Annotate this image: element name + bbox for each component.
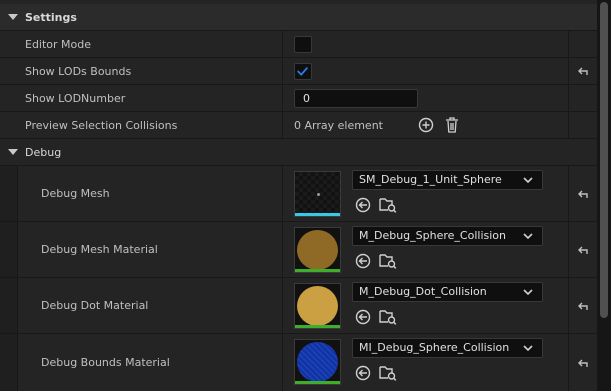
browse-folder-icon (379, 366, 397, 381)
row-show-lods-bounds: Show LODs Bounds (0, 57, 597, 84)
browse-button[interactable] (379, 308, 397, 326)
asset-type-bar (295, 213, 340, 216)
value-cell (282, 58, 568, 84)
row-debug-mesh-material: Debug Mesh Material M_Debug_Sphere_Colli… (0, 221, 597, 277)
trash-icon (446, 117, 458, 133)
reset-cell (568, 58, 597, 84)
row-editor-mode: Editor Mode (0, 30, 597, 57)
property-label: Debug Bounds Material (41, 356, 170, 369)
use-selected-button[interactable] (354, 252, 372, 270)
clear-array-button[interactable] (444, 117, 460, 133)
add-element-button[interactable] (418, 117, 434, 133)
value-cell: 0 Array element (282, 112, 568, 138)
row-preview-selection-collisions: Preview Selection Collisions 0 Array ele… (0, 111, 597, 138)
asset-name: M_Debug_Dot_Collision (359, 285, 487, 298)
reset-arrow-icon[interactable] (577, 358, 589, 368)
section-title-debug: Debug (25, 145, 62, 159)
indent-bar (0, 222, 18, 277)
reset-cell (568, 278, 597, 333)
reset-cell (568, 334, 597, 391)
indent-bar (0, 278, 18, 333)
row-show-lodnumber: Show LODNumber 0 (0, 84, 597, 111)
indent-bar (0, 166, 18, 221)
check-icon (297, 66, 309, 76)
reset-arrow-icon[interactable] (577, 301, 589, 311)
asset-name: SM_Debug_1_Unit_Sphere (359, 173, 502, 186)
reset-cell (568, 85, 597, 111)
browse-folder-icon (379, 198, 397, 213)
mesh-dot (317, 193, 320, 196)
property-label: Debug Dot Material (41, 299, 149, 312)
chevron-down-icon (523, 233, 533, 239)
section-settings[interactable]: Settings (0, 4, 597, 30)
use-selected-button[interactable] (354, 196, 372, 214)
asset-picker-dropdown[interactable]: M_Debug_Sphere_Collision (352, 226, 543, 246)
use-selected-button[interactable] (354, 364, 372, 382)
property-label: Debug Mesh (41, 187, 110, 200)
reset-arrow-icon[interactable] (577, 189, 589, 199)
asset-type-bar (295, 269, 340, 272)
chevron-down-icon (523, 345, 533, 351)
section-debug[interactable]: Debug (0, 138, 597, 165)
chevron-down-icon[interactable] (8, 149, 18, 155)
browse-button[interactable] (379, 364, 397, 382)
row-debug-dot-material: Debug Dot Material M_Debug_Dot_Collision (0, 277, 597, 333)
chevron-down-icon (523, 289, 533, 295)
reset-cell (568, 112, 597, 138)
lodnumber-input[interactable]: 0 (294, 89, 418, 108)
add-circle-icon (418, 117, 434, 133)
use-selected-arrow-icon (355, 197, 371, 213)
browse-folder-icon (379, 254, 397, 269)
browse-folder-icon (379, 310, 397, 325)
details-panel: Settings Editor Mode Show LODs Bounds Sh… (0, 0, 597, 391)
row-debug-mesh: Debug Mesh SM_Debug_1_Unit_Sphere (0, 165, 597, 221)
asset-name: MI_Debug_Sphere_Collision (359, 341, 510, 354)
chevron-down-icon (523, 177, 533, 183)
browse-button[interactable] (379, 252, 397, 270)
scrollbar-thumb[interactable] (600, 2, 608, 318)
show-lods-bounds-checkbox[interactable] (294, 63, 312, 80)
editor-mode-checkbox[interactable] (294, 36, 312, 53)
value-cell: M_Debug_Dot_Collision (282, 278, 568, 333)
use-selected-button[interactable] (354, 308, 372, 326)
asset-thumbnail[interactable] (294, 283, 341, 329)
use-selected-arrow-icon (355, 365, 371, 381)
property-label: Show LODNumber (25, 91, 126, 105)
material-sphere (297, 286, 338, 326)
reset-cell (568, 31, 597, 57)
material-sphere (297, 342, 338, 382)
asset-thumbnail[interactable] (294, 227, 341, 273)
reset-arrow-icon[interactable] (577, 245, 589, 255)
material-sphere (297, 230, 338, 270)
reset-cell (568, 166, 597, 221)
asset-picker-dropdown[interactable]: SM_Debug_1_Unit_Sphere (352, 170, 543, 190)
property-label: Editor Mode (25, 37, 92, 51)
indent-bar (0, 334, 18, 391)
property-label: Show LODs Bounds (25, 64, 132, 78)
asset-picker-dropdown[interactable]: MI_Debug_Sphere_Collision (352, 338, 543, 358)
section-title-settings: Settings (25, 10, 77, 24)
value-cell: 0 (282, 85, 568, 111)
reset-arrow-icon[interactable] (577, 66, 589, 76)
row-debug-bounds-material: Debug Bounds Material MI_Debug_Sphere_Co… (0, 333, 597, 391)
reset-cell (568, 222, 597, 277)
value-cell (282, 31, 568, 57)
asset-picker-dropdown[interactable]: M_Debug_Dot_Collision (352, 282, 543, 302)
browse-button[interactable] (379, 196, 397, 214)
asset-type-bar (295, 325, 340, 328)
property-label: Preview Selection Collisions (25, 118, 178, 132)
asset-type-bar (295, 381, 340, 384)
value-cell: SM_Debug_1_Unit_Sphere (282, 166, 568, 221)
asset-thumbnail[interactable] (294, 339, 341, 385)
asset-name: M_Debug_Sphere_Collision (359, 229, 506, 242)
chevron-down-icon[interactable] (8, 14, 18, 20)
array-count-text: 0 Array element (294, 119, 383, 132)
asset-thumbnail[interactable] (294, 171, 341, 217)
value-cell: M_Debug_Sphere_Collision (282, 222, 568, 277)
use-selected-arrow-icon (355, 253, 371, 269)
use-selected-arrow-icon (355, 309, 371, 325)
property-label: Debug Mesh Material (41, 243, 158, 256)
value-cell: MI_Debug_Sphere_Collision (282, 334, 568, 391)
